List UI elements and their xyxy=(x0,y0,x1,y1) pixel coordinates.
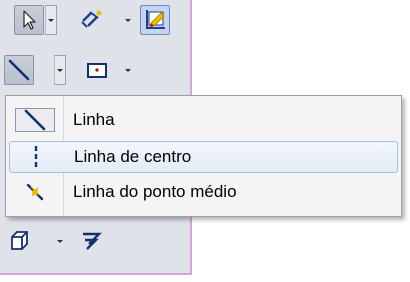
sketch-pencil-icon xyxy=(146,10,165,29)
line-dropdown[interactable] xyxy=(54,55,66,85)
select-arrow-icon xyxy=(23,10,36,30)
rectangle-tool-button[interactable] xyxy=(82,55,112,85)
smart-dimension-icon xyxy=(81,10,102,28)
line-icon xyxy=(8,59,30,81)
chevron-down-icon xyxy=(125,18,131,22)
select-dropdown[interactable] xyxy=(45,5,57,35)
line-tool-button[interactable] xyxy=(4,55,34,85)
rectangle-icon xyxy=(87,63,107,78)
menu-item-linha-de-centro[interactable]: Linha de centro xyxy=(9,141,398,173)
extruded-boss-button[interactable] xyxy=(4,226,34,256)
sketch-button[interactable] xyxy=(140,5,170,35)
chevron-down-icon xyxy=(57,239,63,243)
dimension-dropdown[interactable] xyxy=(122,5,134,35)
chevron-down-icon xyxy=(57,68,63,72)
menu-item-label: Linha xyxy=(73,110,115,129)
extruded-cut-icon xyxy=(83,232,102,250)
chevron-down-icon xyxy=(125,68,131,72)
centerline-icon-graphic xyxy=(34,146,38,168)
menu-item-label: Linha de centro xyxy=(74,147,192,166)
menu-item-linha-do-ponto-medio[interactable]: Linha do ponto médio xyxy=(9,177,398,209)
extruded-cut-button[interactable] xyxy=(76,226,106,256)
rectangle-dropdown[interactable] xyxy=(122,55,134,85)
midpoint-line-icon-graphic xyxy=(26,183,44,201)
menu-item-label: Linha do ponto médio xyxy=(73,182,237,201)
centerline-icon xyxy=(16,145,56,169)
extruded-boss-icon xyxy=(11,231,28,250)
select-tool-button[interactable] xyxy=(14,5,44,35)
line-type-menu: Linha Linha de centro Linha do ponto méd… xyxy=(5,95,402,217)
menu-item-linha[interactable]: Linha xyxy=(9,105,398,137)
line-icon-graphic xyxy=(24,109,46,131)
line-icon xyxy=(15,108,55,132)
midpoint-line-icon xyxy=(15,180,55,204)
chevron-down-icon xyxy=(48,18,54,22)
boss-dropdown[interactable] xyxy=(54,226,66,256)
smart-dimension-button[interactable] xyxy=(76,5,106,35)
